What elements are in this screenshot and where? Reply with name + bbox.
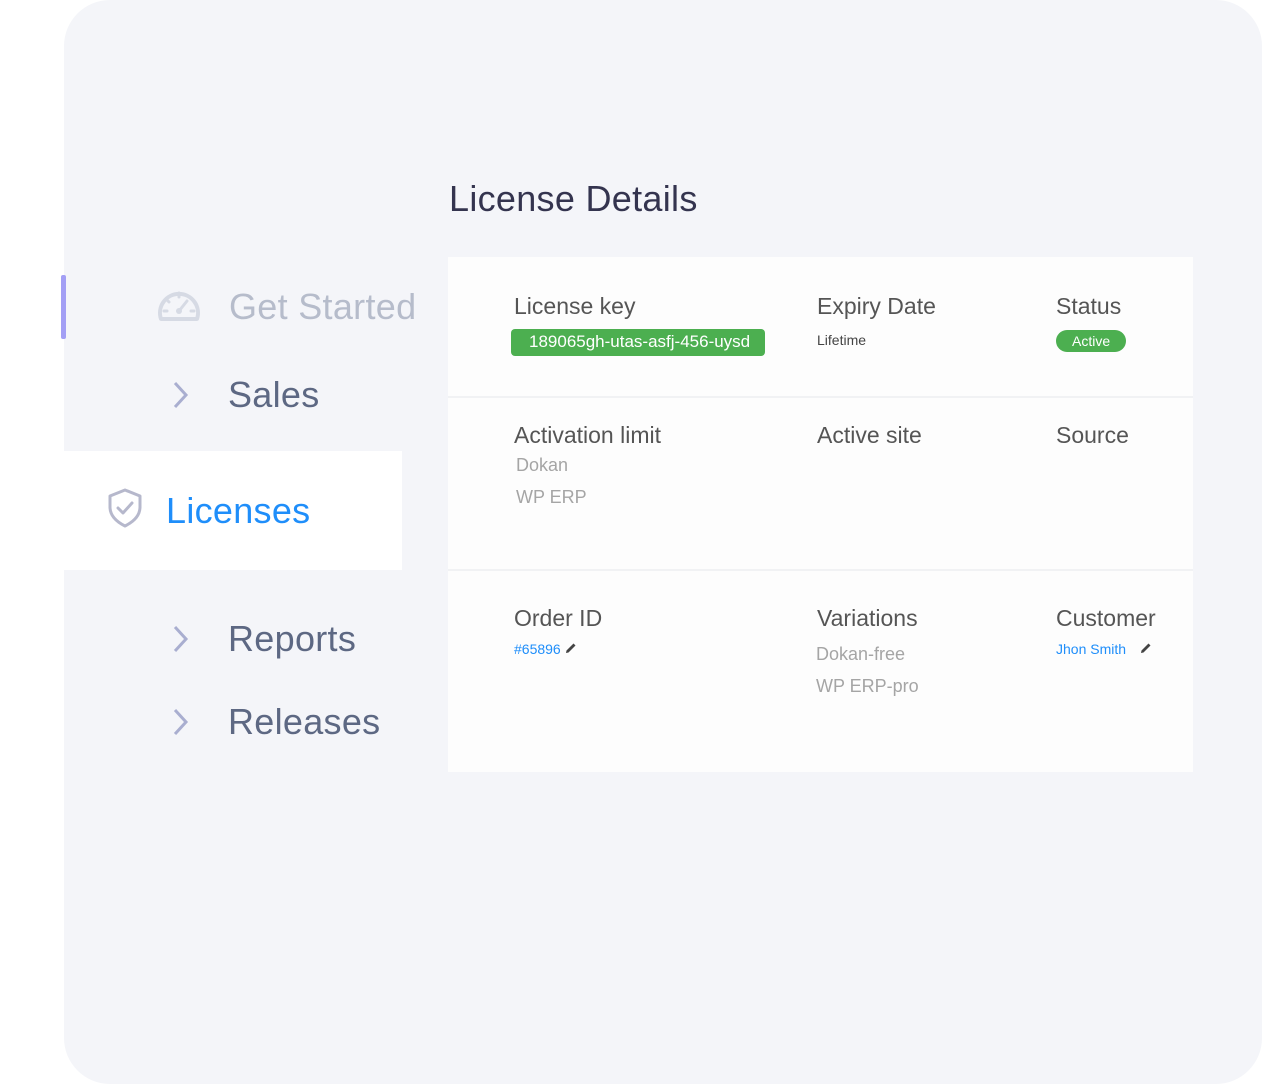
active-indicator — [61, 275, 66, 339]
customer-field: Customer Jhon Smith — [1056, 605, 1156, 659]
order-id-label: Order ID — [514, 605, 603, 631]
sidebar-item-releases[interactable]: Releases — [168, 701, 380, 743]
chevron-right-icon — [168, 375, 192, 415]
sidebar-item-label: Licenses — [166, 489, 311, 531]
variation-item: Dokan-free — [816, 644, 906, 664]
chevron-right-icon — [168, 619, 192, 659]
active-site-label: Active site — [817, 422, 922, 448]
sidebar-item-label: Reports — [228, 618, 357, 659]
status-label: Status — [1056, 293, 1122, 319]
sidebar-item-get-started[interactable]: Get Started — [156, 285, 416, 328]
pencil-icon[interactable] — [565, 641, 577, 659]
expiry-date-field: Expiry Date Lifetime — [817, 293, 936, 348]
sidebar-item-label: Sales — [228, 374, 320, 415]
speedometer-icon — [156, 285, 202, 328]
expiry-date-label: Expiry Date — [817, 293, 936, 319]
active-site-field: Active site — [817, 422, 922, 449]
variation-item: WP ERP-pro — [816, 676, 919, 696]
sidebar-item-label: Releases — [228, 701, 381, 742]
activation-limit-item: WP ERP — [516, 487, 587, 507]
divider — [448, 569, 1193, 571]
status-field: Status Active — [1056, 293, 1127, 352]
pencil-icon[interactable] — [1140, 641, 1152, 659]
customer-link[interactable]: Jhon Smith — [1056, 641, 1126, 657]
order-id-link[interactable]: #65896 — [514, 641, 561, 657]
sidebar-item-sales[interactable]: Sales — [168, 374, 320, 416]
divider — [448, 396, 1193, 398]
page-title: License Details — [449, 178, 698, 219]
sidebar-item-reports[interactable]: Reports — [168, 618, 356, 660]
source-label: Source — [1056, 422, 1129, 448]
order-id-field: Order ID #65896 — [514, 605, 602, 659]
shield-check-icon — [106, 487, 144, 534]
expiry-date-value: Lifetime — [817, 332, 867, 348]
license-details-card: License key 189065gh-utas-asfj-456-uysd … — [448, 257, 1193, 772]
source-field: Source — [1056, 422, 1129, 449]
chevron-right-icon — [168, 702, 192, 742]
sidebar-item-label: Get Started — [229, 285, 417, 327]
activation-limit-field: Activation limit Dokan WP ERP — [514, 422, 661, 508]
license-key-field: License key 189065gh-utas-asfj-456-uysd — [511, 293, 766, 356]
variations-field: Variations Dokan-free WP ERP-pro — [816, 605, 919, 697]
variations-label: Variations — [817, 605, 918, 631]
sidebar-item-licenses[interactable]: Licenses — [106, 487, 310, 534]
activation-limit-label: Activation limit — [514, 422, 661, 448]
status-badge: Active — [1056, 330, 1127, 352]
license-key-label: License key — [514, 293, 636, 319]
license-key-value[interactable]: 189065gh-utas-asfj-456-uysd — [511, 329, 766, 356]
customer-label: Customer — [1056, 605, 1156, 631]
activation-limit-item: Dokan — [516, 455, 569, 475]
